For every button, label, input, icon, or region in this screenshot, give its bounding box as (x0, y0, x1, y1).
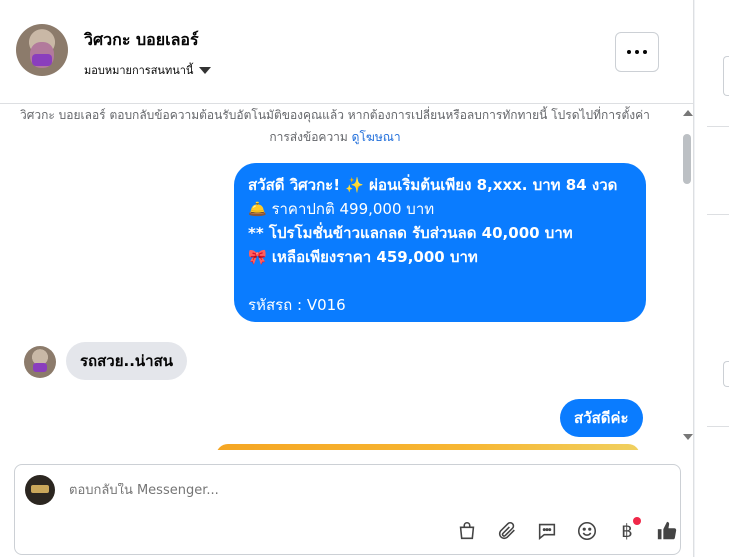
more-options-button[interactable] (615, 32, 659, 72)
thumbs-up-icon[interactable] (647, 517, 687, 545)
message-line: รหัสรถ : V016 (248, 296, 346, 314)
scroll-thumb[interactable] (683, 134, 691, 184)
avatar-mask (32, 54, 52, 66)
panel-field[interactable] (723, 56, 729, 96)
outgoing-message-bubble[interactable]: สวัสดี วิศวกะ! ✨ ผ่อนเริ่มต้นเพียง 8,xxx… (234, 163, 646, 322)
message-line: ** โปรโมชั่นข้าวแลกลด รับส่วนลด 40,000 บ… (248, 224, 573, 242)
assign-conversation-dropdown[interactable]: มอบหมายการสนทนานี้ (84, 61, 212, 79)
baht-symbol: ฿ (621, 520, 633, 542)
notification-dot (633, 517, 641, 525)
message-line-blank (248, 269, 632, 293)
panel-field[interactable] (723, 361, 729, 387)
image-card-preview[interactable] (216, 444, 640, 450)
reply-input[interactable] (69, 483, 629, 498)
more-dots-icon-dot (635, 50, 639, 54)
panel-divider (707, 214, 729, 215)
panel-divider (707, 126, 729, 127)
conversation-header: วิศวกะ บอยเลอร์ มอบหมายการสนทนานี้ (0, 0, 694, 104)
page-avatar (25, 475, 55, 505)
message-line: สวัสดี วิศวกะ! ✨ ผ่อนเริ่มต้นเพียง 8,xxx… (248, 176, 618, 194)
shopping-bag-icon[interactable] (447, 517, 487, 545)
incoming-message-bubble[interactable]: รถสวย..น่าสน (66, 342, 187, 380)
avatar-mask (33, 363, 47, 372)
paperclip-icon[interactable] (487, 517, 527, 545)
contact-avatar[interactable] (16, 24, 68, 76)
panel-divider (707, 426, 729, 427)
view-ad-link[interactable]: ดูโฆษณา (352, 130, 401, 144)
auto-reply-notice: วิศวกะ บอยเลอร์ ตอบกลับข้อความต้อนรับอัต… (20, 104, 650, 148)
message-line: 🎀 เหลือเพียงราคา 459,000 บาท (248, 248, 478, 266)
saved-reply-icon[interactable] (527, 517, 567, 545)
caret-down-icon (199, 66, 212, 74)
outgoing-message-bubble[interactable]: สวัสดีค่ะ (560, 399, 643, 437)
right-side-panel (695, 0, 729, 557)
page-logo (31, 485, 49, 493)
contact-name[interactable]: วิศวกะ บอยเลอร์ (84, 28, 199, 53)
assign-conversation-label: มอบหมายการสนทนานี้ (84, 64, 194, 77)
composer-toolbar: ฿ (447, 517, 687, 545)
contact-avatar-small[interactable] (24, 346, 56, 378)
message-list[interactable]: วิศวกะ บอยเลอร์ ตอบกลับข้อความต้อนรับอัต… (0, 104, 694, 450)
message-scrollbar[interactable] (681, 104, 694, 450)
auto-reply-notice-text: วิศวกะ บอยเลอร์ ตอบกลับข้อความต้อนรับอัต… (20, 108, 650, 144)
baht-payment-icon[interactable]: ฿ (607, 517, 647, 545)
scroll-up-arrow-icon[interactable] (683, 110, 693, 116)
conversation-pane: วิศวกะ บอยเลอร์ มอบหมายการสนทนานี้ วิศวก… (0, 0, 694, 557)
reply-composer: ฿ (14, 464, 681, 555)
scroll-down-arrow-icon[interactable] (683, 434, 693, 440)
more-dots-icon-dot (643, 50, 647, 54)
more-dots-icon (627, 50, 631, 54)
emoji-icon[interactable] (567, 517, 607, 545)
message-line: 🛎️ ราคาปกติ 499,000 บาท (248, 200, 435, 218)
